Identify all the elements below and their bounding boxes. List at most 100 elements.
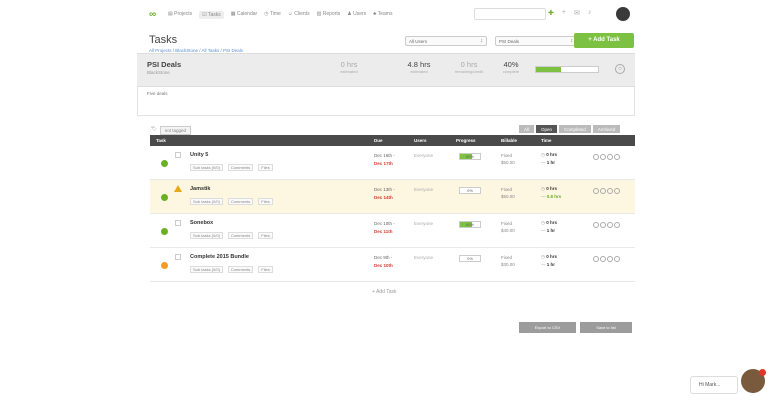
time-tracked: ◷ 0 hrs — 0.8 hrs (541, 186, 562, 199)
files-link[interactable]: Files (258, 164, 273, 171)
nav-item-projects[interactable]: ▤ Projects (168, 11, 192, 19)
comments-link[interactable]: Comments (227, 266, 254, 273)
delete-icon[interactable] (614, 188, 620, 194)
files-link[interactable]: Files (258, 266, 273, 273)
task-name[interactable]: Jamstik (190, 186, 211, 192)
estimate-icon: — (541, 160, 546, 165)
subtasks-link[interactable]: Sub tasks (0/0) (190, 198, 223, 205)
task-meta: Sub tasks (0/0) Comments Files (190, 232, 273, 239)
table-row[interactable]: Jamstik Sub tasks (0/0) Comments Files D… (150, 180, 635, 214)
user-avatar[interactable] (616, 7, 630, 21)
comments-link[interactable]: Comments (227, 164, 254, 171)
tab-open[interactable]: Open (536, 125, 558, 133)
row-actions (593, 188, 620, 194)
delete-icon[interactable] (614, 222, 620, 228)
edit-icon[interactable] (593, 256, 599, 262)
col-billable[interactable]: Billable (501, 138, 517, 143)
nav-item-calendar[interactable]: ▦ Calendar (231, 11, 257, 19)
subtasks-link[interactable]: Sub tasks (0/0) (190, 232, 223, 239)
status-dot-icon[interactable] (161, 228, 168, 235)
chat-greeting[interactable]: Hi Mark... (690, 376, 738, 394)
tag-chip[interactable]: not tagged (159, 126, 191, 135)
inbox-icon[interactable]: ✉ (574, 9, 580, 17)
status-tabs: All Open Completed Archived (519, 125, 621, 133)
col-time[interactable]: Time (541, 138, 551, 143)
status-dot-icon[interactable] (161, 194, 168, 201)
archive-icon[interactable] (607, 222, 613, 228)
project-filter-select[interactable]: PSI Deals (495, 36, 577, 46)
table-row[interactable]: Unity 5 Sub tasks (0/0) Comments Files D… (150, 146, 635, 180)
delete-icon[interactable] (614, 256, 620, 262)
task-checkbox[interactable] (175, 152, 181, 158)
task-name[interactable]: Complete 2015 Bundle (190, 254, 249, 260)
users-filter-select[interactable]: All Users (405, 36, 487, 46)
task-users[interactable]: Everyone (414, 221, 433, 226)
row-actions (593, 154, 620, 160)
archive-icon[interactable] (607, 256, 613, 262)
subtasks-link[interactable]: Sub tasks (0/0) (190, 164, 223, 171)
add-task-button[interactable]: + Add Task (574, 33, 634, 48)
clock-icon[interactable]: ◷ (541, 220, 545, 225)
archive-icon[interactable] (607, 188, 613, 194)
comments-link[interactable]: Comments (227, 198, 254, 205)
billable: Fixed $60.00 (501, 153, 515, 165)
col-progress[interactable]: Progress (456, 138, 476, 143)
table-row[interactable]: Sonebox Sub tasks (0/0) Comments Files D… (150, 214, 635, 248)
copy-icon[interactable] (600, 222, 606, 228)
project-name: PSI Deals (147, 60, 182, 69)
stat-tracked: 4.8 hrs estimated (407, 60, 431, 74)
task-progress-bar: 0% (459, 187, 481, 194)
add-task-link[interactable]: + Add Task (372, 289, 397, 295)
row-actions (593, 222, 620, 228)
app-logo-icon[interactable]: ∞ (149, 9, 156, 20)
files-link[interactable]: Files (258, 198, 273, 205)
table-row[interactable]: Complete 2015 Bundle Sub tasks (0/0) Com… (150, 248, 635, 282)
copy-icon[interactable] (600, 154, 606, 160)
nav-item-users[interactable]: ♟ Users (347, 11, 366, 19)
col-task[interactable]: Task (156, 138, 166, 143)
tab-completed[interactable]: Completed (559, 125, 591, 133)
nav-item-tasks[interactable]: ☑ Tasks (199, 11, 224, 19)
task-checkbox[interactable] (175, 220, 181, 226)
edit-icon[interactable] (593, 188, 599, 194)
task-users[interactable]: Everyone (414, 187, 433, 192)
task-name[interactable]: Sonebox (190, 220, 213, 226)
plus-icon[interactable]: + (562, 9, 566, 17)
due-dates: Dec 16th - Dec 17th (374, 153, 395, 166)
project-options-icon[interactable]: ○ (615, 64, 625, 74)
copy-icon[interactable] (600, 188, 606, 194)
export-csv-button[interactable]: Export to CSV (519, 322, 576, 333)
nav-item-reports[interactable]: ▥ Reports (317, 11, 341, 19)
search-input[interactable] (474, 8, 546, 20)
tab-all[interactable]: All (519, 125, 535, 133)
edit-icon[interactable] (593, 222, 599, 228)
clock-icon[interactable]: ◷ (541, 186, 545, 191)
nav-item-teams[interactable]: ♣ Teams (373, 11, 392, 19)
comments-link[interactable]: Comments (227, 232, 254, 239)
task-users[interactable]: Everyone (414, 255, 433, 260)
clock-icon[interactable]: ◷ (541, 152, 545, 157)
copy-icon[interactable] (600, 256, 606, 262)
status-dot-icon[interactable] (161, 262, 168, 269)
tab-archived[interactable]: Archived (592, 125, 621, 133)
top-nav-bar: ∞ ▤ Projects ☑ Tasks ▦ Calendar ◷ Time ☺… (0, 0, 769, 28)
nav-item-clients[interactable]: ☺ Clients (288, 11, 310, 19)
col-users[interactable]: Users (414, 138, 427, 143)
save-list-button[interactable]: Save to list (580, 322, 632, 333)
top-icons: ✚ + ✉ ♪ (548, 9, 591, 17)
clock-icon[interactable]: ◷ (541, 254, 545, 259)
delete-icon[interactable] (614, 154, 620, 160)
archive-icon[interactable] (607, 154, 613, 160)
warning-icon (174, 185, 182, 192)
subtasks-link[interactable]: Sub tasks (0/0) (190, 266, 223, 273)
task-users[interactable]: Everyone (414, 153, 433, 158)
col-due[interactable]: Due (374, 138, 383, 143)
status-dot-icon[interactable] (161, 160, 168, 167)
add-icon[interactable]: ✚ (548, 9, 554, 17)
nav-item-time[interactable]: ◷ Time (264, 11, 281, 19)
task-checkbox[interactable] (175, 254, 181, 260)
task-name[interactable]: Unity 5 (190, 152, 208, 158)
files-link[interactable]: Files (258, 232, 273, 239)
edit-icon[interactable] (593, 154, 599, 160)
bell-icon[interactable]: ♪ (588, 9, 592, 17)
